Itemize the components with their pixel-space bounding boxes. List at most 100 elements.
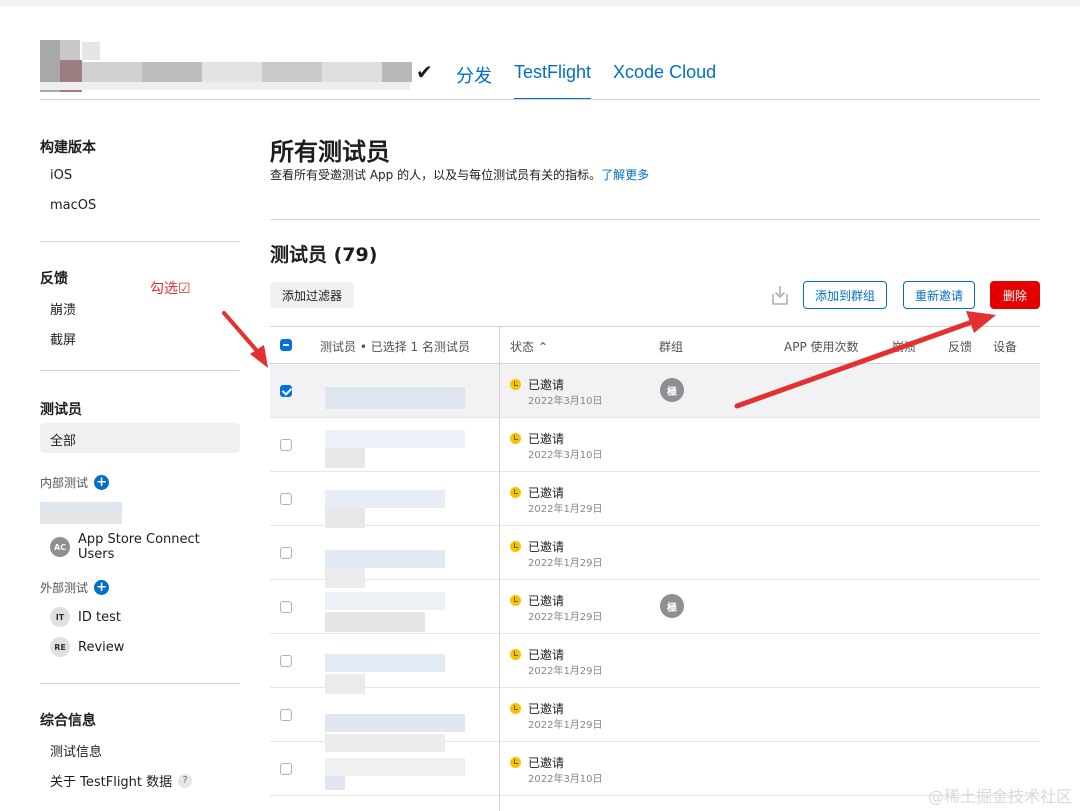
tester-name-blurred [325, 387, 465, 409]
section-title: 测试员 (79) [270, 244, 378, 266]
add-internal-group-icon[interactable]: + [94, 475, 110, 490]
invited-status-icon [510, 433, 521, 444]
tester-name-blurred [325, 758, 465, 776]
invited-status-icon [510, 595, 521, 606]
sidebar-item-about-data[interactable]: 关于 TestFlight 数据 ? [50, 771, 193, 790]
status-date: 2022年3月10日 [528, 450, 603, 461]
status-text: 已邀请 [528, 432, 565, 446]
invited-status-icon [510, 487, 521, 498]
tester-name-blurred [325, 508, 365, 528]
sidebar-heading-feedback: 反馈 [40, 271, 68, 287]
row-checkbox[interactable] [280, 709, 292, 721]
row-checkbox[interactable] [280, 385, 292, 397]
group-name: Review [78, 639, 125, 655]
tab-distribution[interactable]: 分发 [456, 62, 492, 100]
row-checkbox[interactable] [280, 655, 292, 667]
column-header-status[interactable]: 状态 ⌃ [510, 338, 548, 355]
sidebar-group-app-store-connect-users[interactable]: AC App Store Connect Users [50, 532, 240, 562]
column-header-crashes[interactable]: 崩溃 [892, 338, 916, 355]
sidebar-heading-testers: 测试员 [40, 402, 82, 418]
learn-more-link[interactable]: 了解更多 [601, 168, 649, 182]
internal-group-blurred [40, 502, 140, 524]
arrow-to-checkbox [222, 311, 268, 368]
sidebar-group-id-test[interactable]: IT ID test [50, 607, 121, 627]
invited-status-icon [510, 703, 521, 714]
invited-status-icon [510, 649, 521, 660]
sidebar-group-review[interactable]: RE Review [50, 637, 124, 657]
group-avatar: IT [50, 607, 70, 627]
tester-name-blurred [325, 592, 445, 610]
invited-status-icon [510, 757, 521, 768]
tester-name-blurred [325, 430, 465, 448]
status-date: 2022年1月29日 [528, 666, 603, 677]
description-text: 查看所有受邀测试 App 的人，以及与每位测试员有关的指标。 [270, 168, 602, 182]
sidebar-item-test-info[interactable]: 测试信息 [50, 741, 102, 760]
watermark: @稀土掘金技术社区 [927, 787, 1072, 806]
status-date: 2022年1月29日 [528, 504, 603, 515]
checkmark-icon: ✔ [416, 60, 433, 84]
download-icon[interactable] [769, 283, 791, 307]
status-text: 已邀请 [528, 702, 565, 716]
status-text: 已邀请 [528, 594, 565, 608]
tab-testflight[interactable]: TestFlight [514, 62, 592, 100]
status-text: 已邀请 [528, 486, 565, 500]
status-date: 2022年3月10日 [528, 774, 603, 785]
header-divider [40, 99, 1040, 100]
tab-xcode-cloud[interactable]: Xcode Cloud [613, 62, 716, 100]
group-name: ID test [78, 609, 121, 625]
tester-name-blurred [325, 654, 445, 672]
status-text: 已邀请 [528, 540, 565, 554]
sidebar-item-all[interactable]: 全部 [50, 430, 76, 449]
status-text: 已邀请 [528, 378, 565, 392]
tester-name-blurred [325, 734, 445, 752]
app-name-blurred [40, 40, 420, 92]
page-title: 所有测试员 [270, 138, 390, 166]
sidebar-divider [40, 241, 240, 242]
column-header-feedback[interactable]: 反馈 [948, 338, 972, 355]
group-name: App Store Connect Users [77, 532, 200, 562]
tester-name-blurred [325, 550, 445, 568]
internal-testing-header: 内部测试 + [40, 474, 110, 491]
status-text: 已邀请 [528, 756, 565, 770]
annotation-label: 勾选☑ [150, 281, 191, 297]
sidebar-heading-builds: 构建版本 [40, 140, 96, 156]
table-top-border [270, 326, 1040, 327]
sidebar-heading-info: 综合信息 [40, 713, 96, 729]
reinvite-button[interactable]: 重新邀请 [903, 281, 976, 309]
section-divider [270, 219, 1040, 220]
row-checkbox[interactable] [280, 493, 292, 505]
column-header-group: 群组 [659, 340, 684, 354]
row-checkbox[interactable] [280, 763, 292, 775]
status-date: 2022年1月29日 [528, 612, 603, 623]
row-checkbox[interactable] [280, 547, 292, 559]
tester-name-blurred [325, 612, 425, 632]
external-testing-header: 外部测试 + [40, 579, 110, 596]
nav-tabs: 分发 TestFlight Xcode Cloud [456, 62, 716, 100]
tester-name-blurred [325, 714, 465, 732]
external-testing-label: 外部测试 [40, 581, 89, 595]
row-checkbox[interactable] [280, 601, 292, 613]
column-header-devices[interactable]: 设备 [993, 338, 1017, 355]
tester-name-blurred [325, 448, 365, 468]
status-date: 2022年1月29日 [528, 720, 603, 731]
add-external-group-icon[interactable]: + [94, 580, 110, 595]
sidebar-item-macos[interactable]: macOS [50, 198, 96, 213]
column-divider [499, 327, 500, 811]
column-header-app-usage[interactable]: APP 使用次数 [784, 338, 859, 355]
row-checkbox[interactable] [280, 439, 292, 451]
sidebar-item-crashes[interactable]: 崩溃 [50, 299, 76, 318]
add-filter-button[interactable]: 添加过滤器 [270, 282, 355, 308]
status-text: 已邀请 [528, 648, 565, 662]
column-header-tester: 测试员 • 已选择 1 名测试员 [320, 340, 470, 354]
sidebar-item-label: 关于 TestFlight 数据 [50, 775, 173, 790]
page-description: 查看所有受邀测试 App 的人，以及与每位测试员有关的指标。了解更多 [270, 166, 649, 183]
add-to-group-button[interactable]: 添加到群组 [803, 281, 888, 309]
delete-button[interactable]: 删除 [990, 281, 1040, 309]
select-all-checkbox[interactable] [280, 339, 292, 351]
internal-testing-label: 内部测试 [40, 476, 89, 490]
help-icon[interactable]: ? [178, 773, 193, 788]
status-date: 2022年1月29日 [528, 558, 603, 569]
sidebar-item-screenshots[interactable]: 截屏 [50, 329, 76, 348]
status-date: 2022年3月10日 [528, 396, 603, 407]
sidebar-item-ios[interactable]: iOS [50, 168, 72, 183]
